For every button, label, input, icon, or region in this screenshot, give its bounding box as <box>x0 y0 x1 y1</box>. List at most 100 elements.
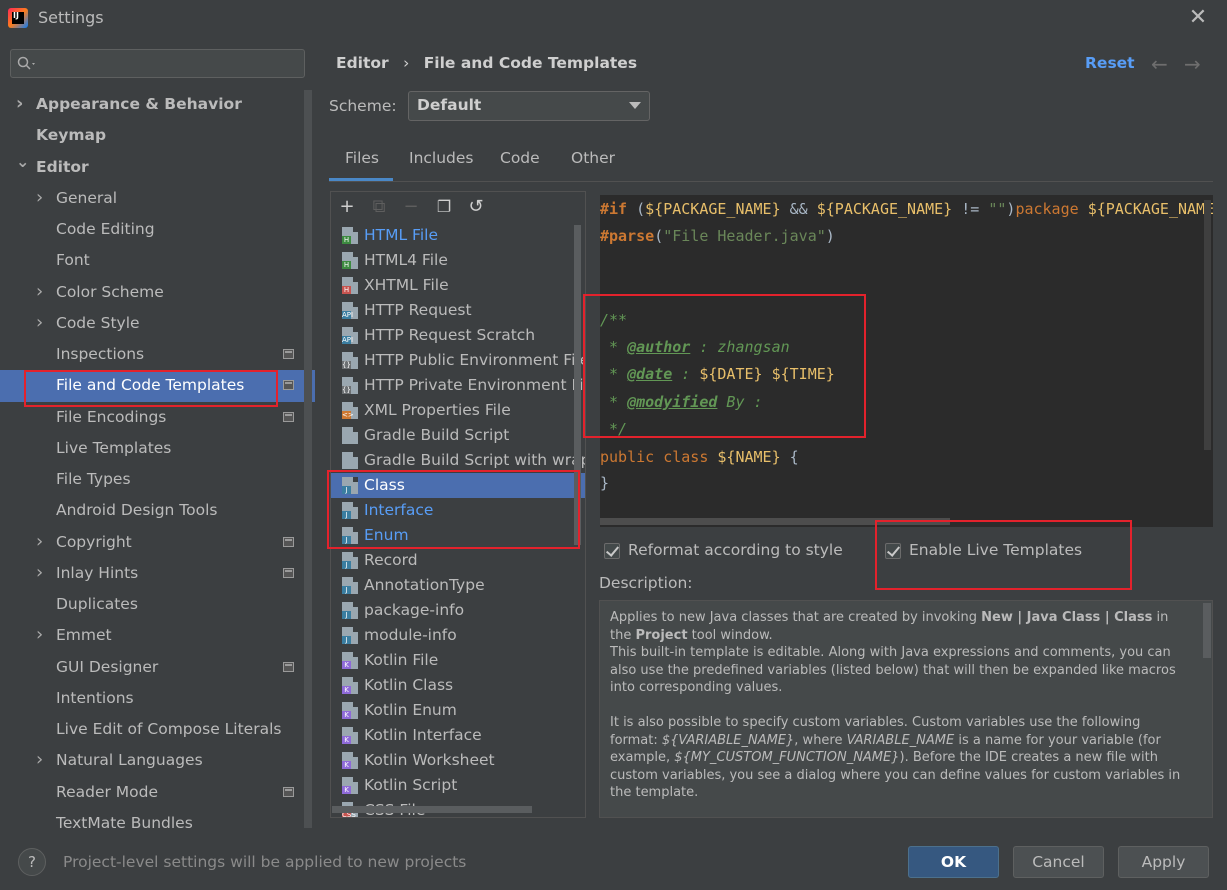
sidebar-item-reader-mode[interactable]: Reader Mode <box>56 777 158 807</box>
template-item[interactable]: Jpackage-info <box>331 598 585 623</box>
template-item-label: HTML File <box>364 226 438 244</box>
template-item[interactable]: API HTTP Request Scratch <box>331 323 585 348</box>
kotlin-icon: K <box>342 727 358 744</box>
chevron-down-icon[interactable]: ⌄ <box>16 147 30 177</box>
sidebar-item-code-editing[interactable]: Code Editing <box>56 214 155 244</box>
sidebar-item-label: Natural Languages <box>56 751 203 769</box>
tab-divider <box>329 181 1213 182</box>
apply-button[interactable]: Apply <box>1118 846 1209 878</box>
sidebar-item-file-types[interactable]: File Types <box>56 464 131 494</box>
chevron-right-icon[interactable]: › <box>36 620 50 650</box>
copy-template-icon[interactable]: ⧉ <box>369 196 389 218</box>
tab-code[interactable]: Code <box>500 147 540 181</box>
sidebar-item-general[interactable]: › General <box>36 183 117 213</box>
reset-link[interactable]: Reset <box>1085 54 1135 72</box>
sidebar-item-duplicates[interactable]: Duplicates <box>56 589 138 619</box>
chevron-right-icon[interactable]: › <box>36 558 50 588</box>
project-scope-icon <box>283 568 294 578</box>
sidebar-item-code-style[interactable]: › Code Style <box>36 308 140 338</box>
template-item-label: HTTP Public Environment File <box>364 351 586 369</box>
template-item[interactable]: K Kotlin File <box>331 648 585 673</box>
sidebar-item-natural-languages[interactable]: › Natural Languages <box>36 745 203 775</box>
breadcrumb-separator: › <box>403 54 410 72</box>
forward-arrow-icon[interactable]: → <box>1184 52 1201 76</box>
java-icon: J <box>342 627 358 644</box>
reset-icon[interactable]: ↺ <box>466 196 486 218</box>
sidebar-item-live-templates[interactable]: Live Templates <box>56 433 171 463</box>
add-icon[interactable]: + <box>337 196 357 218</box>
duplicate-icon[interactable]: ❐ <box>434 196 454 218</box>
template-item[interactable]: Gradle Build Script <box>331 423 585 448</box>
chevron-down-icon <box>629 102 641 109</box>
tab-includes[interactable]: Includes <box>409 147 474 181</box>
template-item[interactable]: K Kotlin Interface <box>331 723 585 748</box>
template-item[interactable]: K Kotlin Script <box>331 773 585 798</box>
chevron-right-icon[interactable]: › <box>16 89 30 119</box>
template-item[interactable]: H XHTML File <box>331 273 585 298</box>
kotlin-icon: K <box>342 777 358 794</box>
tab-other[interactable]: Other <box>571 147 615 181</box>
remove-icon[interactable]: − <box>401 196 421 218</box>
template-item[interactable]: J Record <box>331 548 585 573</box>
template-item[interactable]: H HTML File <box>331 223 585 248</box>
chevron-right-icon[interactable]: › <box>36 527 50 557</box>
template-item-label: AnnotationType <box>364 576 485 594</box>
template-item[interactable]: Jmodule-info <box>331 623 585 648</box>
template-item-label: module-info <box>364 626 457 644</box>
sidebar-item-gui-designer[interactable]: GUI Designer <box>56 652 158 682</box>
template-item[interactable]: J AnnotationType <box>331 573 585 598</box>
settings-search-input[interactable] <box>10 49 305 78</box>
sidebar-item-appearance-behavior[interactable]: › Appearance & Behavior <box>16 89 242 119</box>
template-item[interactable]: <> XML Properties File <box>331 398 585 423</box>
breadcrumb-editor[interactable]: Editor <box>336 54 389 72</box>
chevron-right-icon[interactable]: › <box>36 183 50 213</box>
editor-scrollbar-vertical[interactable] <box>1204 200 1211 450</box>
template-item[interactable]: {} HTTP Private Environment File <box>331 373 585 398</box>
reformat-checkbox[interactable] <box>604 543 620 559</box>
env-icon: {} <box>342 352 358 369</box>
kotlin-icon: K <box>342 652 358 669</box>
project-scope-icon <box>283 380 294 390</box>
template-item[interactable]: API HTTP Request <box>331 298 585 323</box>
template-item-label: HTTP Request Scratch <box>364 326 536 344</box>
sidebar-scrollbar[interactable] <box>304 90 312 830</box>
chevron-right-icon[interactable]: › <box>36 277 50 307</box>
sidebar-item-label: Inlay Hints <box>56 564 139 582</box>
html-icon: H <box>342 277 358 294</box>
close-icon[interactable]: ✕ <box>1186 6 1210 30</box>
description-scrollbar[interactable] <box>1203 603 1211 658</box>
api-icon: API <box>342 327 358 344</box>
template-item[interactable]: H HTML4 File <box>331 248 585 273</box>
template-item[interactable]: K Kotlin Class <box>331 673 585 698</box>
sidebar-item-inspections[interactable]: Inspections <box>56 339 144 369</box>
api-icon: API <box>342 302 358 319</box>
list-scrollbar-horizontal[interactable] <box>332 806 532 813</box>
sidebar-item-emmet[interactable]: › Emmet <box>36 620 112 650</box>
annotation-box-sidebar <box>24 370 278 407</box>
sidebar-item-intentions[interactable]: Intentions <box>56 683 134 713</box>
sidebar-item-label: Emmet <box>56 626 112 644</box>
reformat-label[interactable]: Reformat according to style <box>628 541 843 559</box>
template-item[interactable]: K Kotlin Worksheet <box>331 748 585 773</box>
sidebar-item-android-design-tools[interactable]: Android Design Tools <box>56 495 217 525</box>
template-item[interactable]: {} HTTP Public Environment File <box>331 348 585 373</box>
template-item-label: Kotlin Class <box>364 676 454 694</box>
tab-files[interactable]: Files <box>345 147 379 181</box>
sidebar-item-copyright[interactable]: › Copyright <box>36 527 132 557</box>
chevron-right-icon[interactable]: › <box>36 308 50 338</box>
sidebar-item-editor[interactable]: ⌄ Editor <box>16 152 89 182</box>
active-tab-indicator <box>329 178 393 181</box>
scheme-dropdown[interactable]: Default <box>408 91 650 121</box>
help-button[interactable]: ? <box>18 848 46 876</box>
sidebar-item-font[interactable]: Font <box>56 245 90 275</box>
chevron-right-icon[interactable]: › <box>36 745 50 775</box>
sidebar-item-color-scheme[interactable]: › Color Scheme <box>36 277 164 307</box>
cancel-button[interactable]: Cancel <box>1013 846 1104 878</box>
sidebar-item-inlay-hints[interactable]: › Inlay Hints <box>36 558 139 588</box>
template-item[interactable]: K Kotlin Enum <box>331 698 585 723</box>
sidebar-item-label: GUI Designer <box>56 658 159 676</box>
sidebar-item-live-edit-of-compose-literals[interactable]: Live Edit of Compose Literals <box>56 714 281 744</box>
back-arrow-icon[interactable]: ← <box>1151 52 1168 76</box>
ok-button[interactable]: OK <box>908 846 999 878</box>
sidebar-item-keymap[interactable]: Keymap <box>36 120 106 150</box>
